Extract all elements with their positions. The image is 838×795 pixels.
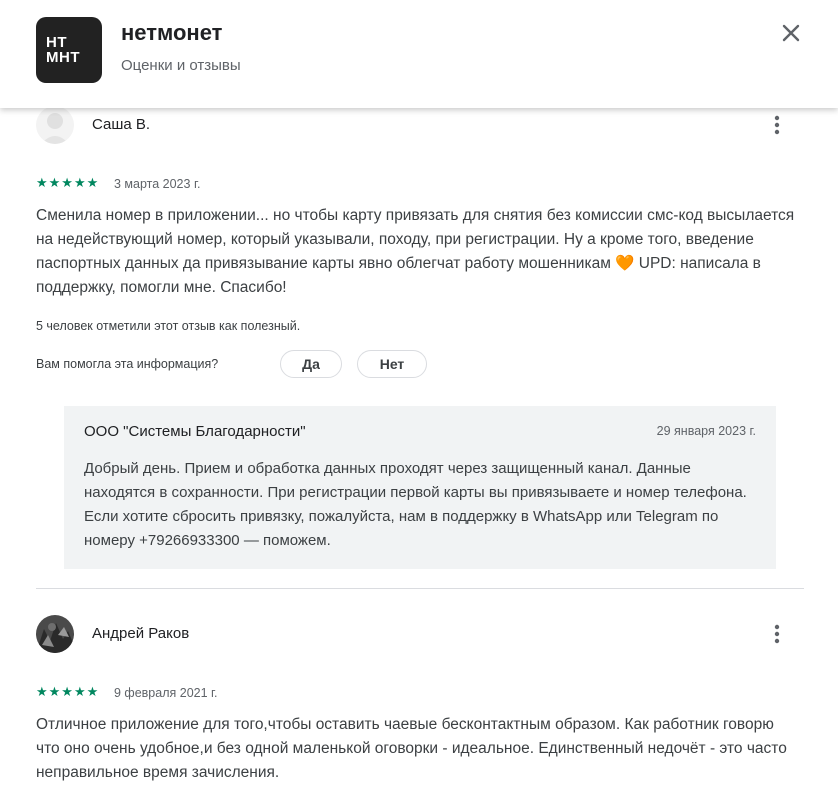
reviewer-name: Андрей Раков: [92, 625, 190, 642]
dialog-header: НТ МНТ нетмонет Оценки и отзывы: [0, 0, 838, 108]
helpful-count: 5 человек отметили этот отзыв как полезн…: [36, 319, 301, 333]
divider: [36, 588, 804, 589]
app-title: нетмонет: [121, 20, 223, 45]
developer-reply: ООО "Системы Благодарности" 29 января 20…: [64, 406, 776, 569]
review-date: 9 февраля 2021 г.: [114, 686, 218, 700]
star-rating: ★★★★★: [36, 175, 100, 190]
app-icon: НТ МНТ: [36, 17, 102, 83]
avatar: [36, 106, 74, 144]
star-rating: ★★★★★: [36, 684, 100, 699]
close-icon: [782, 24, 800, 42]
close-button[interactable]: [774, 16, 808, 50]
helpful-no-button[interactable]: Нет: [357, 350, 427, 378]
reviews-list: Саша В. ★★★★★ 3 марта 2023 г. Сменила но…: [0, 0, 838, 795]
app-icon-line2: МНТ: [46, 49, 80, 66]
app-subtitle: Оценки и отзывы: [121, 57, 241, 74]
more-vert-icon: [774, 624, 780, 644]
reply-date: 29 января 2023 г.: [656, 424, 756, 438]
review-text: Сменила номер в приложении... но чтобы к…: [36, 207, 795, 296]
review-date: 3 марта 2023 г.: [114, 177, 201, 191]
helpful-question: Вам помогла эта информация?: [36, 357, 219, 371]
more-options-button[interactable]: [765, 622, 789, 646]
reply-text: Добрый день. Прием и обработка данных пр…: [84, 460, 747, 549]
helpful-yes-button[interactable]: Да: [280, 350, 342, 378]
more-options-button[interactable]: [765, 113, 789, 137]
avatar: [36, 615, 74, 653]
reviewer-name: Саша В.: [92, 116, 151, 133]
app-icon-line1: НТ: [46, 34, 67, 51]
review-text: Отличное приложение для того,чтобы остав…: [36, 716, 787, 781]
developer-name: ООО "Системы Благодарности": [84, 423, 306, 440]
more-vert-icon: [774, 115, 780, 135]
